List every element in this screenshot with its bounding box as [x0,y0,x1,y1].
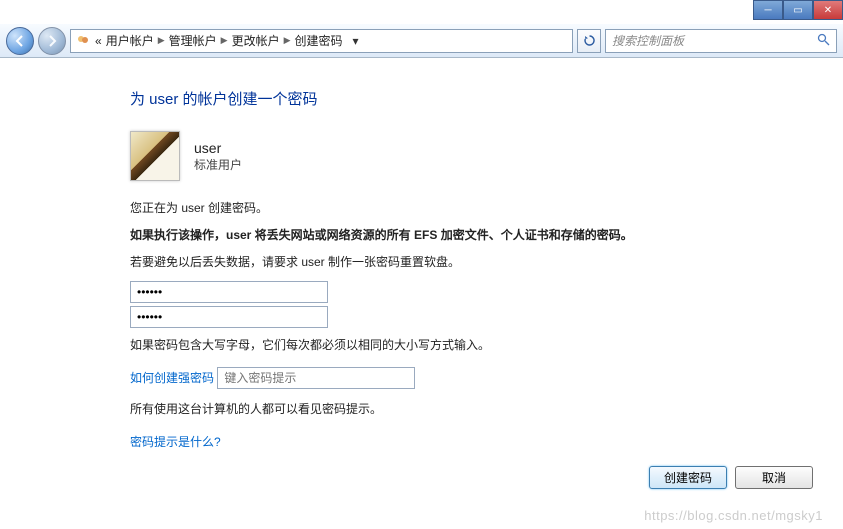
watermark: https://blog.csdn.net/mgsky1 [644,508,823,523]
user-type: 标准用户 [194,156,242,173]
address-dropdown[interactable]: ▾ [347,34,365,48]
hint-note: 所有使用这台计算机的人都可以看见密码提示。 [130,400,690,419]
search-box[interactable]: 搜索控制面板 [605,29,837,53]
avatar [130,131,180,181]
forward-button[interactable] [38,27,66,55]
page-title: 为 user 的帐户创建一个密码 [130,88,843,109]
footer-buttons: 创建密码 取消 [649,466,813,489]
chevron-right-icon[interactable]: ▶ [221,35,228,46]
user-name: user [194,140,242,156]
warning-text: 如果执行该操作，user 将丢失网站或网络资源的所有 EFS 加密文件、个人证书… [130,226,690,245]
info-text: 您正在为 user 创建密码。 [130,199,690,218]
search-placeholder: 搜索控制面板 [612,32,684,49]
cancel-button[interactable]: 取消 [735,466,813,489]
hint-help-link[interactable]: 密码提示是什么? [130,433,221,450]
breadcrumb-item[interactable]: 用户帐户 [106,32,154,49]
content-area: 为 user 的帐户创建一个密码 user 标准用户 您正在为 user 创建密… [0,58,843,529]
password-hint-field[interactable] [217,367,415,389]
breadcrumb-item[interactable]: 更改帐户 [232,32,280,49]
case-note: 如果密码包含大写字母，它们每次都必须以相同的大小写方式输入。 [130,336,690,355]
user-info-row: user 标准用户 [130,131,843,181]
back-button[interactable] [6,27,34,55]
breadcrumb-prefix: « [95,34,102,48]
breadcrumb-item[interactable]: 管理帐户 [169,32,217,49]
breadcrumb-item[interactable]: 创建密码 [295,32,343,49]
strong-password-link[interactable]: 如何创建强密码 [130,369,214,386]
info-text: 若要避免以后丢失数据，请要求 user 制作一张密码重置软盘。 [130,253,690,272]
maximize-button[interactable]: ▭ [783,0,813,20]
create-password-button[interactable]: 创建密码 [649,466,727,489]
search-icon [817,33,830,49]
chevron-right-icon[interactable]: ▶ [158,35,165,46]
nav-bar: « 用户帐户 ▶ 管理帐户 ▶ 更改帐户 ▶ 创建密码 ▾ 搜索控制面板 [0,24,843,58]
user-accounts-icon [75,33,91,49]
chevron-right-icon[interactable]: ▶ [284,35,291,46]
window-controls: ─ ▭ ✕ [753,0,843,20]
minimize-button[interactable]: ─ [753,0,783,20]
password-field[interactable] [130,281,328,303]
address-bar[interactable]: « 用户帐户 ▶ 管理帐户 ▶ 更改帐户 ▶ 创建密码 ▾ [70,29,573,53]
close-button[interactable]: ✕ [813,0,843,20]
confirm-password-field[interactable] [130,306,328,328]
refresh-button[interactable] [577,29,601,53]
